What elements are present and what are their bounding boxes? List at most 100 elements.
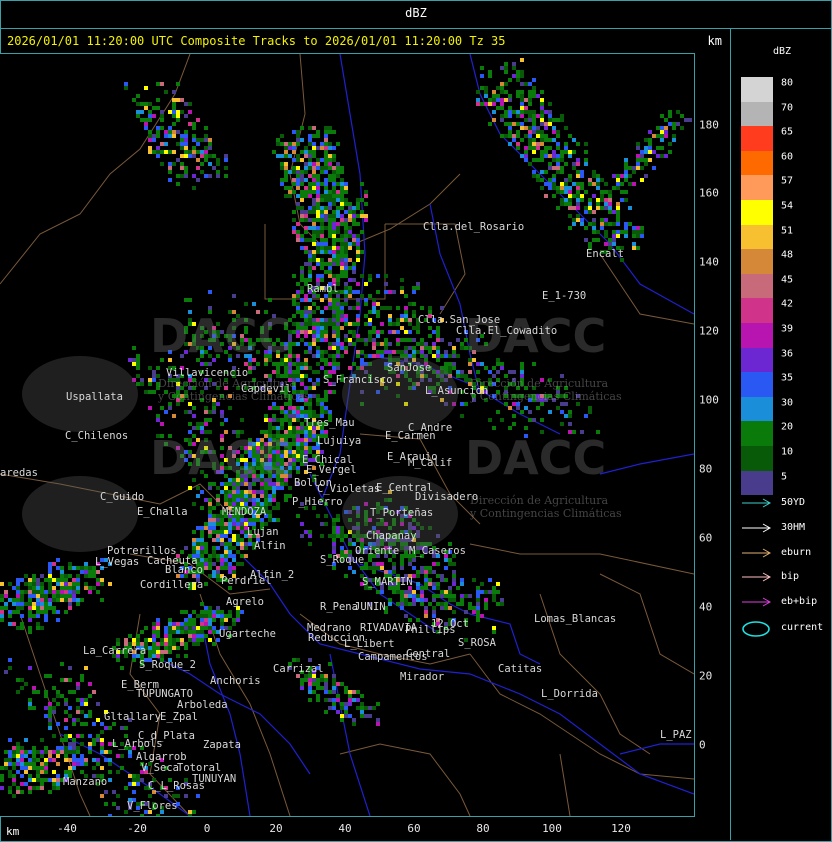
radar-echo-pixel [332,254,336,258]
radar-echo-pixel [64,578,68,582]
radar-echo-pixel [360,358,364,362]
radar-echo-pixel [660,154,664,158]
radar-echo-pixel [316,370,320,374]
radar-echo-pixel [20,754,24,758]
radar-echo-pixel [300,438,304,442]
radar-echo-pixel [184,142,188,146]
radar-echo-pixel [352,262,356,266]
radar-echo-pixel [212,526,216,530]
radar-echo-pixel [648,146,652,150]
radar-echo-pixel [332,690,336,694]
radar-echo-pixel [400,350,404,354]
radar-echo-pixel [276,486,280,490]
radar-echo-pixel [232,538,236,542]
radar-echo-pixel [340,342,344,346]
radar-echo-pixel [32,746,36,750]
radar-echo-pixel [560,190,564,194]
radar-echo-pixel [188,634,192,638]
radar-echo-pixel [204,558,208,562]
radar-echo-pixel [328,214,332,218]
radar-map-panel[interactable]: DACC DACC DACC DACC Dirección de Agricul… [0,53,695,817]
radar-echo-pixel [312,210,316,214]
radar-echo-pixel [492,630,496,634]
radar-echo-pixel [168,126,172,130]
radar-echo-pixel [320,194,324,198]
radar-echo-pixel [304,374,308,378]
radar-echo-pixel [320,246,324,250]
radar-echo-pixel [288,422,292,426]
radar-echo-pixel [508,114,512,118]
radar-echo-pixel [328,362,332,366]
radar-echo-pixel [200,558,204,562]
radar-echo-pixel [584,158,588,162]
radar-echo-pixel [580,174,584,178]
radar-echo-pixel [336,338,340,342]
radar-echo-pixel [420,350,424,354]
radar-echo-pixel [0,606,4,610]
radar-echo-pixel [308,350,312,354]
radar-echo-pixel [300,366,304,370]
radar-echo-pixel [216,522,220,526]
radar-echo-pixel [388,598,392,602]
radar-echo-pixel [556,186,560,190]
radar-echo-pixel [156,626,160,630]
radar-echo-pixel [432,606,436,610]
radar-echo-pixel [52,786,56,790]
radar-echo-pixel [632,226,636,230]
radar-echo-pixel [636,158,640,162]
radar-echo-pixel [176,174,180,178]
radar-echo-pixel [492,590,496,594]
radar-echo-pixel [564,414,568,418]
radar-echo-pixel [44,578,48,582]
radar-echo-pixel [604,202,608,206]
radar-echo-pixel [392,566,396,570]
radar-echo-pixel [596,182,600,186]
radar-echo-pixel [644,162,648,166]
radar-echo-pixel [76,574,80,578]
radar-echo-pixel [536,94,540,98]
radar-echo-pixel [320,402,324,406]
radar-echo-pixel [336,362,340,366]
radar-echo-pixel [416,286,420,290]
radar-echo-pixel [288,170,292,174]
radar-echo-pixel [316,202,320,206]
radar-echo-pixel [592,170,596,174]
radar-echo-pixel [232,566,236,570]
radar-echo-pixel [12,782,16,786]
radar-echo-pixel [68,758,72,762]
radar-echo-pixel [268,486,272,490]
radar-echo-pixel [504,98,508,102]
radar-echo-pixel [452,354,456,358]
radar-echo-pixel [520,370,524,374]
radar-echo-pixel [524,134,528,138]
radar-echo-pixel [316,190,320,194]
radar-echo-pixel [412,590,416,594]
radar-echo-pixel [364,302,368,306]
radar-echo-pixel [260,486,264,490]
radar-echo-pixel [72,742,76,746]
radar-echo-pixel [388,318,392,322]
radar-echo-pixel [372,562,376,566]
radar-echo-pixel [272,490,276,494]
radar-echo-pixel [308,262,312,266]
radar-echo-pixel [624,234,628,238]
radar-echo-pixel [316,318,320,322]
radar-echo-pixel [184,546,188,550]
radar-echo-pixel [388,350,392,354]
radar-echo-pixel [520,410,524,414]
radar-echo-pixel [616,210,620,214]
radar-echo-pixel [40,754,44,758]
radar-echo-pixel [308,138,312,142]
radar-echo-pixel [588,222,592,226]
radar-echo-pixel [552,182,556,186]
radar-echo-pixel [500,418,504,422]
radar-echo-pixel [64,610,68,614]
radar-echo-pixel [584,206,588,210]
radar-echo-pixel [456,354,460,358]
radar-echo-pixel [276,502,280,506]
radar-echo-pixel [8,610,12,614]
radar-echo-pixel [300,210,304,214]
radar-echo-pixel [328,218,332,222]
radar-echo-pixel [372,330,376,334]
radar-echo-pixel [348,542,352,546]
